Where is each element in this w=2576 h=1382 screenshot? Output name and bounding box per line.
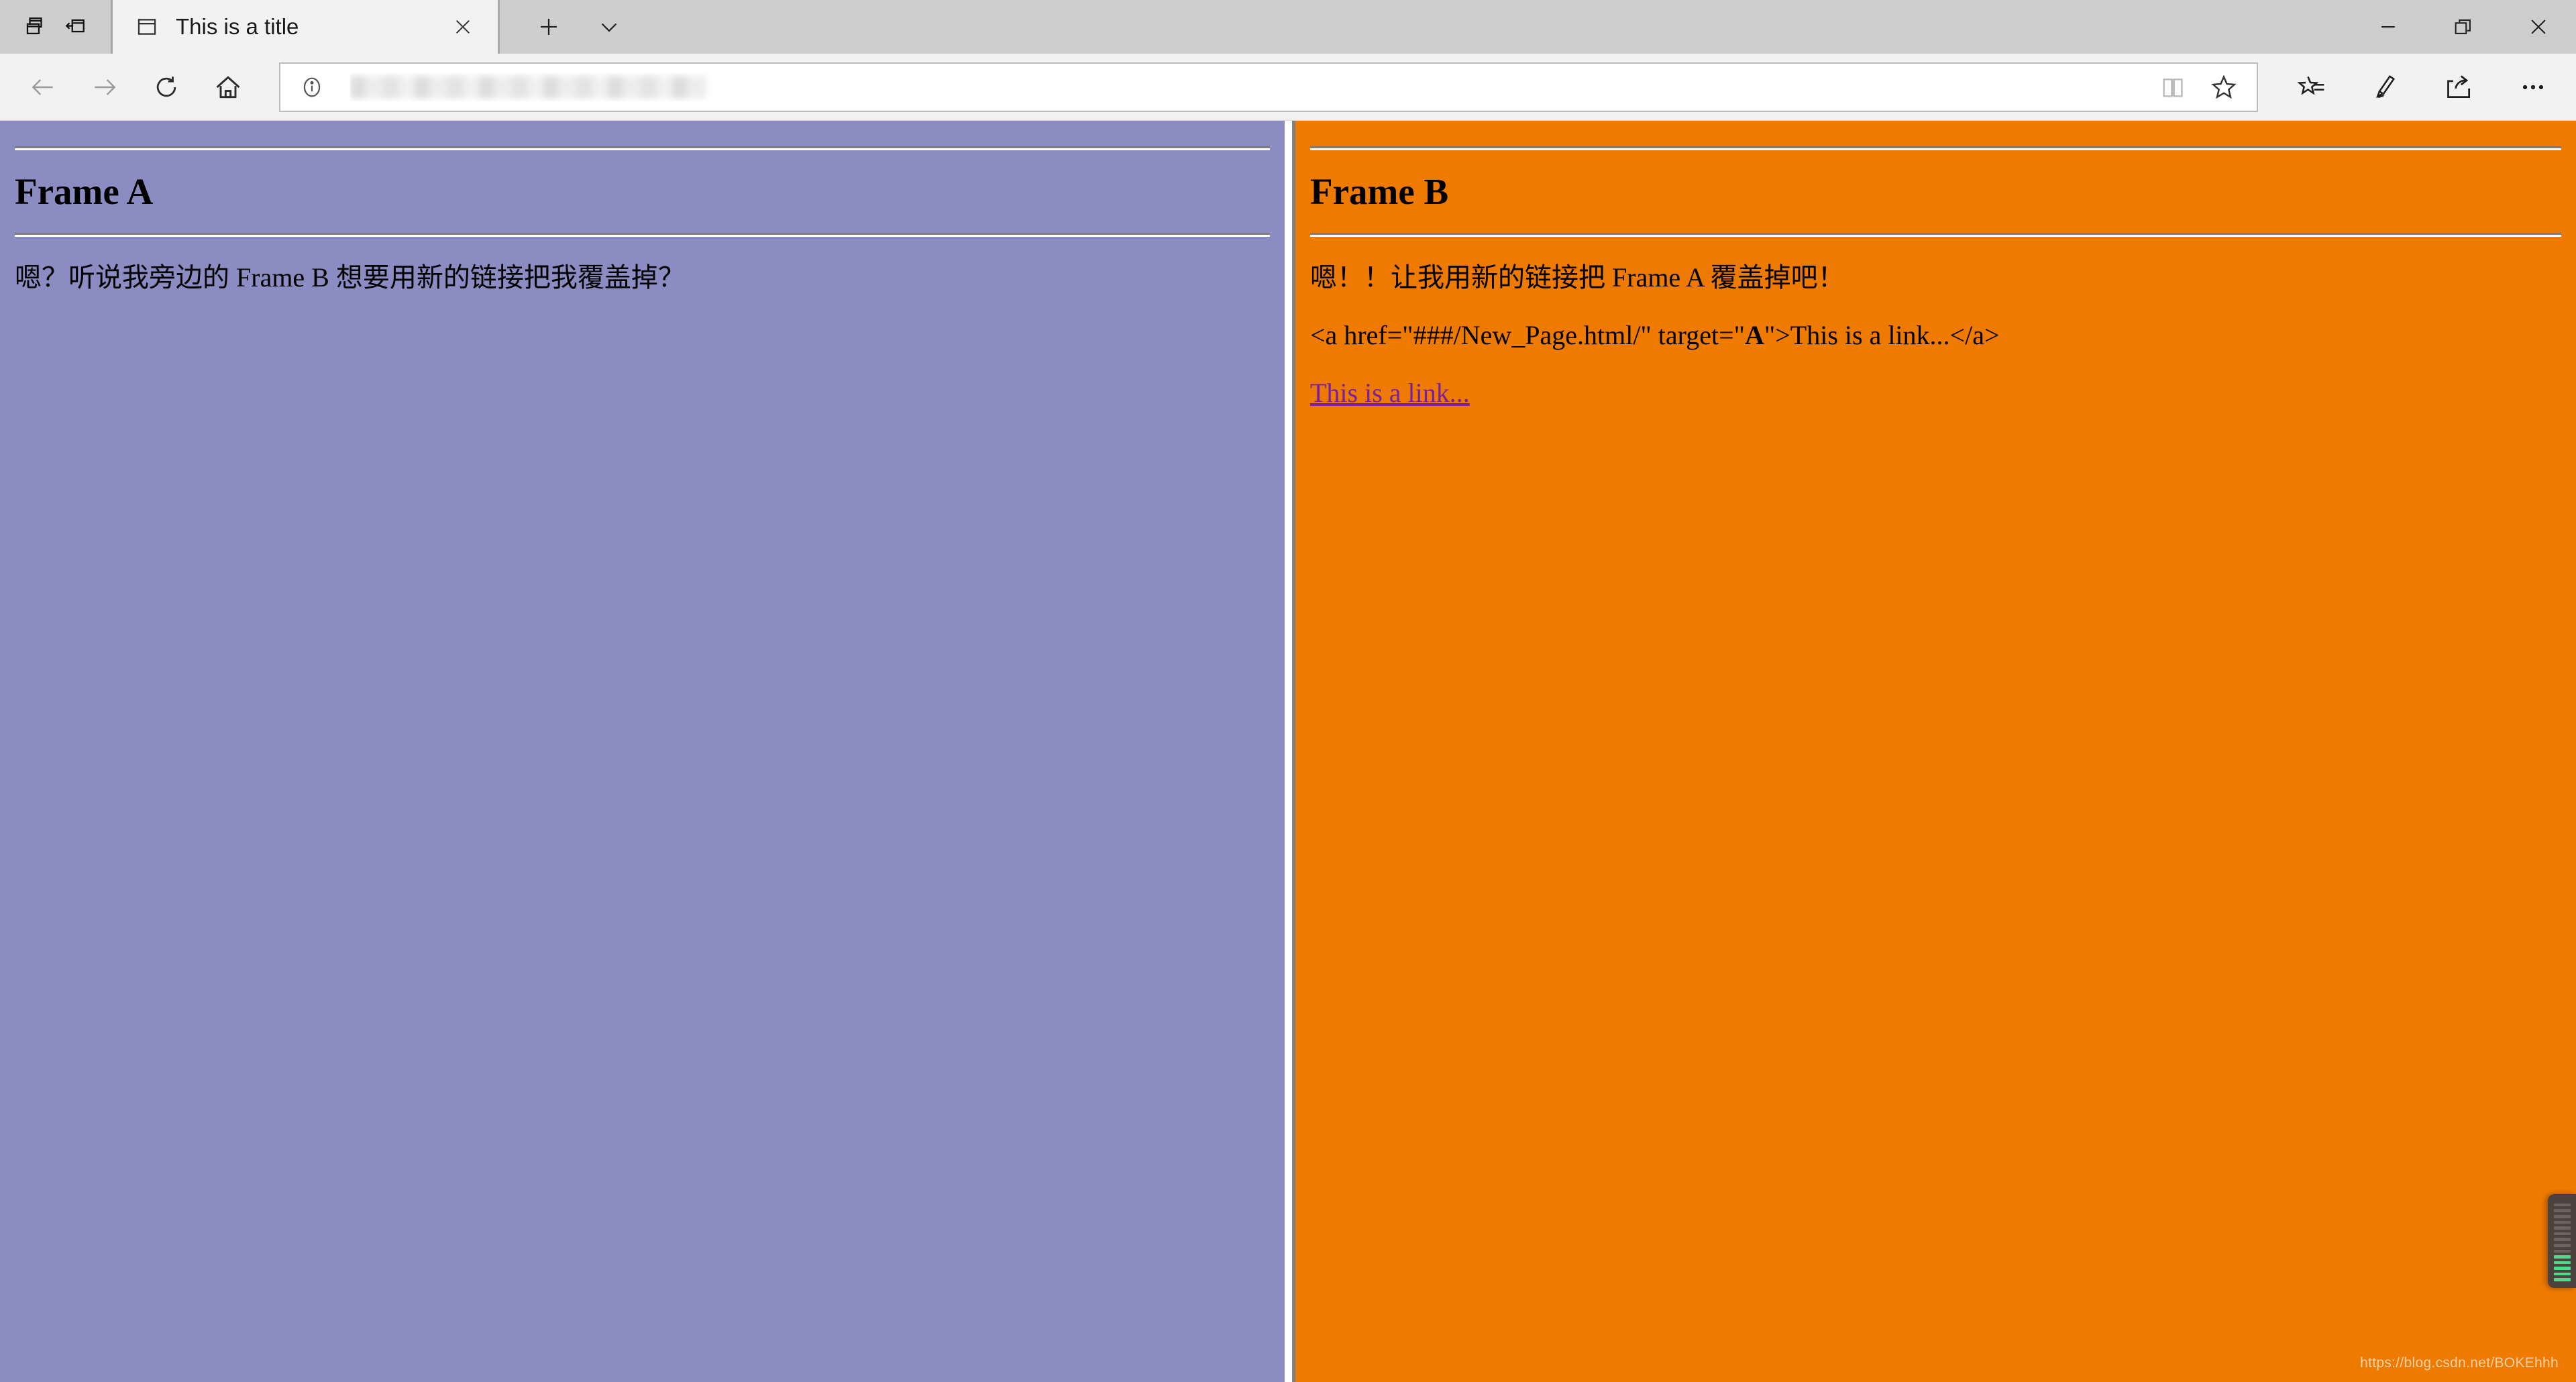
frame-a-rule-bottom xyxy=(15,233,1270,237)
osd-segment xyxy=(2554,1215,2571,1218)
frame-b-heading: Frame B xyxy=(1310,171,1449,212)
this-is-a-link[interactable]: This is a link... xyxy=(1310,378,1470,408)
code-suffix: ">This is a link...</a> xyxy=(1764,320,2000,351)
more-options-icon[interactable] xyxy=(2502,56,2564,118)
title-bar: This is a title xyxy=(0,0,2576,54)
frame-b-code-snippet: <a href="###/New_Page.html/" target="A">… xyxy=(1310,319,2561,352)
osd-segment xyxy=(2554,1232,2571,1236)
osd-segment xyxy=(2554,1226,2571,1230)
osd-segment xyxy=(2554,1249,2571,1253)
address-input[interactable] xyxy=(350,73,2151,101)
tab-title: This is a title xyxy=(176,14,299,39)
osd-segment-active xyxy=(2554,1272,2571,1276)
forward-icon[interactable] xyxy=(74,56,136,118)
frame-b-link-paragraph: This is a link... xyxy=(1310,376,2561,410)
page-viewport: Frame A 嗯？听说我旁边的 Frame B 想要用新的链接把我覆盖掉？ F… xyxy=(0,121,2576,1382)
home-icon[interactable] xyxy=(197,56,259,118)
navigation-toolbar xyxy=(0,54,2576,121)
code-prefix: <a href="###/New_Page.html/" target=" xyxy=(1310,320,1745,351)
new-tab-icon[interactable] xyxy=(531,9,567,45)
hub-icon[interactable] xyxy=(2281,56,2343,118)
window-controls xyxy=(2351,0,2576,54)
refresh-icon[interactable] xyxy=(136,56,197,118)
close-button[interactable] xyxy=(2501,0,2576,54)
frame-b-rule-bottom xyxy=(1310,233,2561,237)
close-icon[interactable] xyxy=(445,9,480,44)
page-icon xyxy=(133,13,161,41)
osd-segment xyxy=(2554,1220,2571,1224)
address-bar-actions xyxy=(2151,65,2246,109)
tab-actions xyxy=(500,0,658,54)
back-icon[interactable] xyxy=(12,56,74,118)
chevron-down-icon[interactable] xyxy=(591,9,627,45)
address-bar[interactable] xyxy=(279,62,2258,112)
frame-a-heading: Frame A xyxy=(15,171,154,212)
osd-segment xyxy=(2554,1203,2571,1207)
frame-a[interactable]: Frame A 嗯？听说我旁边的 Frame B 想要用新的链接把我覆盖掉？ xyxy=(0,121,1287,1382)
watermark: https://blog.csdn.net/BOKEhhh xyxy=(2360,1355,2559,1371)
toolbar-right-actions xyxy=(2269,56,2564,118)
info-icon[interactable] xyxy=(291,66,333,108)
frame-a-rule-top xyxy=(15,146,1270,150)
browser-window: This is a title Frame A 嗯？听说我旁边的 Frame B… xyxy=(0,0,2576,1382)
frame-divider[interactable] xyxy=(1287,121,1292,1382)
redacted-url xyxy=(350,75,706,99)
restore-button[interactable] xyxy=(2426,0,2501,54)
code-target-value: A xyxy=(1745,320,1764,351)
web-note-pen-icon[interactable] xyxy=(2355,56,2416,118)
osd-segment-active xyxy=(2554,1261,2571,1265)
titlebar-left-icons xyxy=(0,0,111,54)
share-icon[interactable] xyxy=(2428,56,2490,118)
tab-preview-icon[interactable] xyxy=(20,11,51,42)
osd-segment xyxy=(2554,1243,2571,1247)
osd-segment-active xyxy=(2554,1278,2571,1281)
minimize-button[interactable] xyxy=(2351,0,2426,54)
volume-level-indicator xyxy=(2548,1194,2576,1288)
osd-segment-active xyxy=(2554,1255,2571,1259)
favorite-star-icon[interactable] xyxy=(2202,65,2246,109)
osd-segment-active xyxy=(2554,1267,2571,1270)
osd-segment xyxy=(2554,1238,2571,1241)
frame-b[interactable]: Frame B 嗯！！让我用新的链接把 Frame A 覆盖掉吧！ <a hre… xyxy=(1292,121,2576,1382)
frame-b-rule-top xyxy=(1310,146,2561,150)
tab-strip-empty-area[interactable] xyxy=(658,0,2351,54)
osd-segment xyxy=(2554,1209,2571,1213)
reading-view-icon[interactable] xyxy=(2151,65,2195,109)
frame-b-paragraph: 嗯！！让我用新的链接把 Frame A 覆盖掉吧！ xyxy=(1310,262,1845,293)
browser-tab[interactable]: This is a title xyxy=(111,0,500,54)
tab-strip: This is a title xyxy=(111,0,2351,54)
set-tabs-aside-icon[interactable] xyxy=(60,11,91,42)
frame-a-paragraph: 嗯？听说我旁边的 Frame B 想要用新的链接把我覆盖掉？ xyxy=(15,262,685,293)
